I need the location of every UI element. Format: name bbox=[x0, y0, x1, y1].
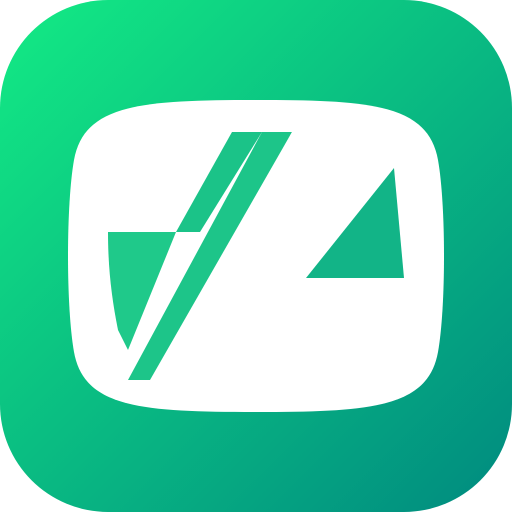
icon-canvas bbox=[0, 0, 512, 512]
app-icon[interactable] bbox=[0, 0, 512, 512]
